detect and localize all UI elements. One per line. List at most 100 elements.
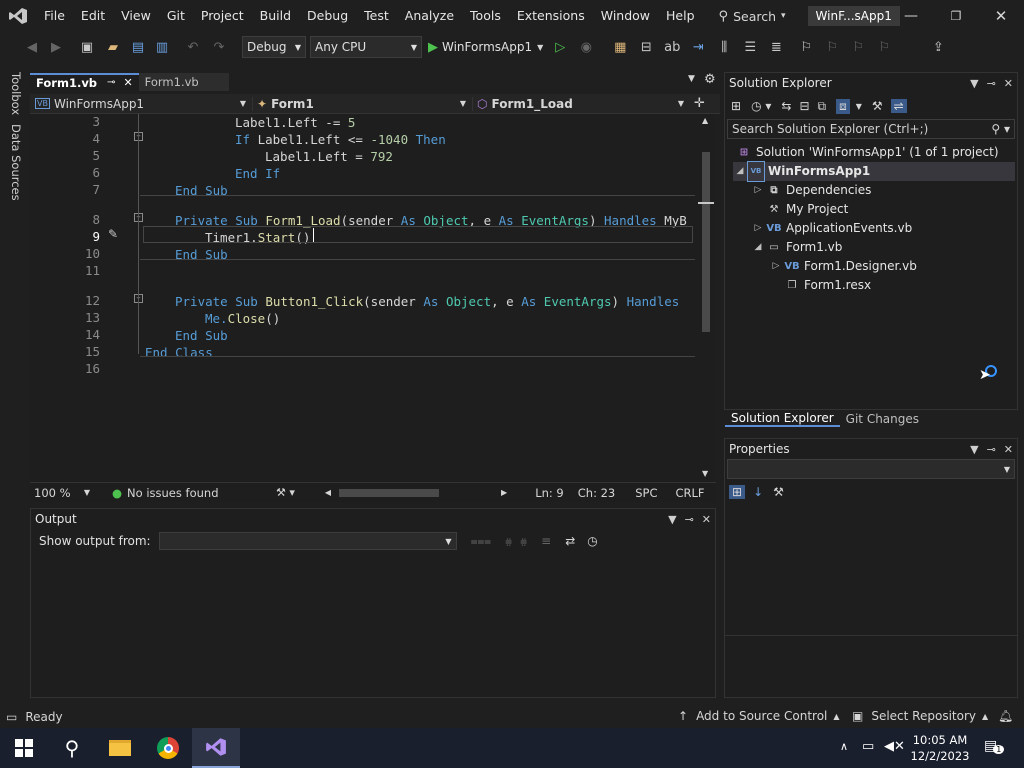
format-icon[interactable]: ⫼ [713,36,735,58]
configuration-select[interactable]: Debug ▼ [242,36,306,58]
step-icon[interactable]: ⇥ [687,36,709,58]
scroll-up-icon[interactable]: ▲ [702,116,708,125]
search-menu[interactable]: ⚲ Search ▾ [713,0,792,32]
chevron-down-icon[interactable]: ▼ [668,513,676,526]
close-window-button[interactable]: ✕ [986,0,1016,32]
cleanup-icon[interactable]: ⚒ ▾ [276,486,295,499]
notification-center-icon[interactable]: ▤1 [984,738,1005,754]
bookmark-icon[interactable]: ⚐ [795,36,817,58]
close-icon[interactable]: ✕ [1004,443,1013,456]
clock-icon[interactable]: ◷ [587,534,597,548]
project-nav-select[interactable]: VB WinFormsApp1 ▼ [30,97,252,111]
whitespace-indicator[interactable]: SPC [635,486,657,500]
column-indicator[interactable]: Ch: 23 [578,486,615,500]
line-ending-indicator[interactable]: CRLF [676,486,705,500]
scroll-left-icon[interactable]: ◀ [325,488,331,497]
scroll-right-icon[interactable]: ▶ [501,488,507,497]
properties-object-select[interactable]: ▼ [727,459,1015,479]
open-folder-icon[interactable]: ▰ [102,36,124,58]
layout-icon[interactable]: ⊟ [635,36,657,58]
visual-studio-taskbar-icon[interactable] [192,728,240,768]
pin-icon[interactable]: ⊸ [987,77,996,90]
toolbox-tab[interactable]: Toolbox [9,72,23,115]
add-source-control-button[interactable]: ↑ Add to Source Control ▲ [678,709,840,723]
menu-extensions[interactable]: Extensions [509,0,593,32]
issues-indicator[interactable]: ● No issues found [112,486,262,500]
close-icon[interactable]: ✕ [1004,77,1013,90]
tree-form1-resx[interactable]: ❐ Form1.resx [769,276,872,295]
tab-git-changes[interactable]: Git Changes [840,412,925,426]
search-taskbar-icon[interactable]: ⚲ [48,728,96,768]
file-explorer-icon[interactable] [96,728,144,768]
clock[interactable]: 10:05 AM 12/2/2023 [910,732,970,764]
tree-form1-vb[interactable]: ◢ ▭ Form1.vb [751,238,843,257]
scroll-down-icon[interactable]: ▼ [702,469,708,478]
start-debug-button[interactable]: ▶ WinFormsApp1 ▼ [428,36,543,58]
preview-icon[interactable]: ⇌ [890,99,907,113]
menu-tools[interactable]: Tools [462,0,509,32]
tab-form1-vb[interactable]: Form1.vb [138,73,229,91]
show-hidden-icons[interactable]: ∧ [840,740,848,753]
word-wrap-icon[interactable]: ⇄ [565,534,575,548]
tab-solution-explorer[interactable]: Solution Explorer [725,411,840,427]
select-repository-button[interactable]: ▣ Select Repository ▲ [852,709,988,723]
gear-icon[interactable]: ⚙ [704,72,716,87]
wrench-icon[interactable]: ⚒ [872,99,883,113]
tree-dependencies[interactable]: ▷ ⧉ Dependencies [751,181,872,200]
prev-message-icon[interactable]: ⩷ [505,534,512,549]
network-icon[interactable]: ▭ [862,739,874,754]
menu-test[interactable]: Test [356,0,397,32]
filter-icon[interactable]: ⧈ [836,98,850,114]
spell-check-icon[interactable]: ab [661,36,683,58]
property-pages-icon[interactable]: ⚒ [773,485,784,499]
next-message-icon[interactable]: ⩷ [520,534,527,549]
find-message-icon[interactable]: ⩶ [471,534,492,549]
redo-icon[interactable]: ↷ [208,36,230,58]
quick-action-icon[interactable]: ✎ [108,227,118,241]
chevron-down-icon[interactable]: ▼ [970,77,978,90]
horizontal-scrollbar[interactable] [337,488,497,497]
notification-bell-icon[interactable]: 🔔︎ [998,709,1013,723]
minimize-button[interactable]: — [896,0,926,32]
menu-window[interactable]: Window [593,0,658,32]
tree-project[interactable]: ◢ VB WinFormsApp1 [733,161,1015,182]
menu-help[interactable]: Help [658,0,703,32]
chevron-down-icon[interactable]: ▼ [970,443,978,456]
solution-search-box[interactable]: Search Solution Explorer (Ctrl+;) ⚲ ▾ [727,119,1015,139]
code-editor[interactable]: 3 4 5 6 7 8 9 10 11 12 13 14 15 16 Label1.Left -= 5 If… [30,114,698,482]
bookmark-next-icon[interactable]: ⚐ [847,36,869,58]
menu-git[interactable]: Git [159,0,193,32]
pin-icon[interactable]: ⊸ [107,74,115,92]
comment-icon[interactable]: ☰ [739,36,761,58]
switch-views-icon[interactable]: ⊞ [731,99,741,113]
bookmark-clear-icon[interactable]: ⚐ [873,36,895,58]
collapse-all-icon[interactable]: ⊟ [799,99,809,113]
start-without-debug-icon[interactable]: ▷ [549,36,571,58]
share-icon[interactable]: ⇪ [927,36,949,58]
history-icon[interactable]: ◷ ▾ [751,99,771,113]
back-icon[interactable]: ◀ [22,36,42,58]
menu-view[interactable]: View [113,0,159,32]
tree-application-events[interactable]: ▷ VB ApplicationEvents.vb [751,219,913,238]
chevron-down-icon[interactable]: ▼ [856,102,862,111]
split-icon[interactable]: ✛ [694,96,705,111]
clear-all-icon[interactable]: ≡ [541,534,551,548]
save-icon[interactable]: ▤ [128,36,148,58]
undo-icon[interactable]: ↶ [182,36,204,58]
scroll-thumb[interactable] [702,152,710,332]
forward-icon[interactable]: ▶ [46,36,66,58]
member-nav-select[interactable]: ⬡ Form1_Load ▼ [472,96,690,111]
save-all-icon[interactable]: ▥ [152,36,172,58]
uncomment-icon[interactable]: ≣ [765,36,787,58]
chrome-icon[interactable] [144,728,192,768]
data-sources-tab[interactable]: Data Sources [9,124,23,201]
alphabetical-icon[interactable]: ↓ [753,485,763,499]
output-source-select[interactable]: ▼ [158,532,457,550]
tree-form1-designer[interactable]: ▷ VB Form1.Designer.vb [769,257,917,276]
menu-edit[interactable]: Edit [73,0,113,32]
show-all-files-icon[interactable]: ⧉ [818,99,827,114]
hot-reload-icon[interactable]: ◉ [575,36,597,58]
bookmark-prev-icon[interactable]: ⚐ [821,36,843,58]
line-indicator[interactable]: Ln: 9 [535,486,564,500]
menu-build[interactable]: Build [252,0,299,32]
